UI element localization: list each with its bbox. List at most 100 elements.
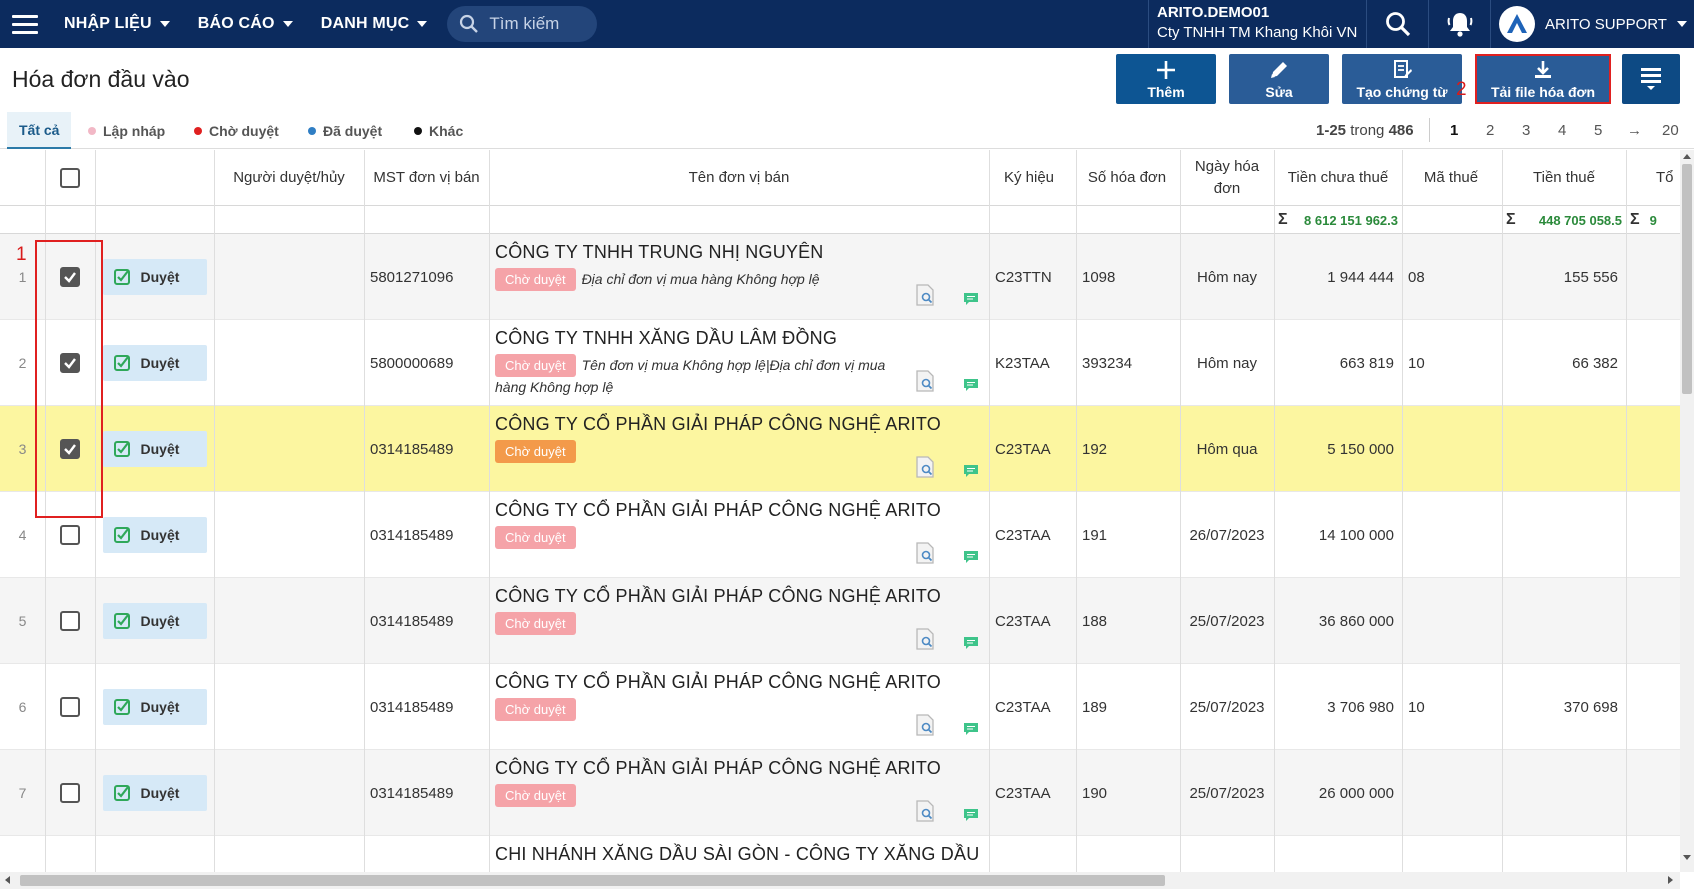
document-preview-icon[interactable] [915,456,935,478]
scroll-left-icon[interactable] [5,876,10,884]
approve-check-icon [113,269,130,285]
page-2[interactable]: 2 [1486,122,1494,139]
page-4[interactable]: 4 [1558,122,1566,139]
header-invoice-date[interactable]: Ngày hóa đơn [1180,150,1274,206]
nav-danh-muc[interactable]: DANH MỤC [307,0,442,48]
symbol-cell: C23TAA [995,784,1051,802]
table-row[interactable]: 6 Duyệt 0314185489 CÔNG TY CỔ PHẦN GIẢI PHÁ… [0,664,1680,750]
comment-icon[interactable] [963,550,979,564]
list-options-button[interactable] [1622,54,1680,104]
row-actions [915,284,979,306]
symbol-cell: C23TAA [995,698,1051,716]
company-switcher[interactable]: ARITO.DEMO01 Cty TNHH TM Khang Khôi VN [1148,0,1366,48]
approve-button[interactable]: Duyệt [102,689,207,725]
approver-cell [214,750,364,836]
status-dot-icon [308,126,316,135]
comment-icon[interactable] [963,808,979,822]
row-checkbox[interactable] [60,697,80,717]
header-pre-tax[interactable]: Tiền chưa thuế [1274,150,1402,206]
row-checkbox[interactable] [60,611,80,631]
approve-button[interactable]: Duyệt [102,345,207,381]
approve-button[interactable]: Duyệt [102,431,207,467]
notification-button[interactable] [1428,0,1490,48]
table-row[interactable]: 2 Duyệt 5800000689 CÔNG TY TNHH XĂNG DẦU LÂ… [0,320,1680,406]
nav-label: DANH MỤC [320,15,410,32]
vendor-name: CÔNG TY CỔ PHẦN GIẢI PHÁP CÔNG NGHỆ ARIT… [495,672,941,692]
header-total[interactable]: Tổ [1626,150,1680,206]
status-badge: Chờ duyệt [495,268,576,291]
select-all-cell [45,150,95,206]
nav-bao-cao[interactable]: BÁO CÁO [184,0,307,48]
horizontal-scrollbar[interactable] [0,872,1680,889]
approve-cell: Duyệt [95,578,214,664]
scroll-up-icon[interactable] [1683,154,1691,159]
page-last[interactable]: 20 [1662,122,1679,139]
header-tax-amount[interactable]: Tiền thuế [1502,150,1626,206]
header-invoice-no[interactable]: Số hóa đơn [1076,150,1178,206]
table-row[interactable]: 1 Duyệt 5801271096 CÔNG TY TNHH TRUNG NHỊ N… [0,234,1680,320]
header-tax-code[interactable]: MST đơn vị bán [364,150,489,206]
symbol-cell: K23TAA [995,354,1050,372]
scroll-right-icon[interactable] [1668,876,1673,884]
document-preview-icon[interactable] [915,370,935,392]
document-preview-icon[interactable] [915,628,935,650]
row-actions [915,542,979,564]
table-row-partial[interactable]: CHI NHÁNH XĂNG DẦU SÀI GÒN - CÔNG TY XĂN… [0,836,1680,872]
approve-cell: Duyệt [95,750,214,836]
global-search-button[interactable] [1366,0,1428,48]
comment-icon[interactable] [963,378,979,392]
horizontal-scroll-thumb[interactable] [20,875,1165,886]
comment-icon[interactable] [963,292,979,306]
scroll-down-icon[interactable] [1683,855,1691,860]
comment-icon[interactable] [963,636,979,650]
table-row[interactable]: 4 Duyệt 0314185489 CÔNG TY CỔ PHẦN GIẢI PHÁ… [0,492,1680,578]
menu-icon[interactable] [0,0,50,48]
tab-approved[interactable]: Đã duyệt [308,112,382,149]
approve-button[interactable]: Duyệt [102,775,207,811]
approve-label: Duyệt [140,269,180,285]
table-row[interactable]: 7 Duyệt 0314185489 CÔNG TY CỔ PHẦN GIẢI PHÁ… [0,750,1680,836]
row-checkbox[interactable] [60,525,80,545]
page-5[interactable]: 5 [1594,122,1602,139]
tab-draft[interactable]: Lập nháp [88,112,165,149]
document-preview-icon[interactable] [915,714,935,736]
approve-button[interactable]: Duyệt [102,603,207,639]
document-preview-icon[interactable] [915,800,935,822]
search-input[interactable]: Tìm kiếm [447,6,598,42]
row-checkbox[interactable] [60,783,80,803]
pre-tax-cell: 36 860 000 [1318,612,1394,630]
page-next[interactable]: → [1627,122,1642,139]
vertical-scroll-thumb[interactable] [1682,164,1692,394]
tab-other[interactable]: Khác [414,112,463,149]
approve-button[interactable]: Duyệt [102,259,207,295]
edit-button[interactable]: Sửa [1229,54,1329,104]
row-checkbox[interactable] [60,267,80,287]
table-row[interactable]: 5 Duyệt 0314185489 CÔNG TY CỔ PHẦN GIẢI PHÁ… [0,578,1680,664]
header-approver[interactable]: Người duyệt/hủy [214,150,364,206]
tax-code-cell: 0314185489 [370,698,454,716]
header-vendor[interactable]: Tên đơn vị bán [489,150,989,206]
add-button[interactable]: Thêm [1116,54,1216,104]
user-menu[interactable]: ARITO SUPPORT [1490,0,1694,48]
nav-nhap-lieu[interactable]: NHẬP LIỆU [50,0,184,48]
arito-logo-icon [1507,14,1527,33]
document-preview-icon[interactable] [915,542,935,564]
page-3[interactable]: 3 [1522,122,1530,139]
row-checkbox[interactable] [60,353,80,373]
comment-icon[interactable] [963,464,979,478]
document-preview-icon[interactable] [915,284,935,306]
tab-pending[interactable]: Chờ duyệt [194,112,279,149]
row-checkbox[interactable] [60,439,80,459]
page-1[interactable]: 1 [1450,122,1458,139]
vertical-scrollbar[interactable] [1680,150,1694,872]
header-symbol[interactable]: Ký hiệu [989,150,1069,206]
column-divider [45,150,46,872]
header-tax-rate[interactable]: Mã thuế [1402,150,1500,206]
select-all-checkbox[interactable] [60,168,80,188]
table-row[interactable]: 3 Duyệt 0314185489 CÔNG TY CỔ PHẦN GIẢI PHÁ… [0,406,1680,492]
comment-icon[interactable] [963,722,979,736]
download-invoice-file-button[interactable]: Tải file hóa đơn [1477,54,1609,104]
tab-all[interactable]: Tất cả [7,112,72,149]
approve-button[interactable]: Duyệt [102,517,207,553]
create-document-button[interactable]: Tạo chứng từ [1342,54,1462,104]
